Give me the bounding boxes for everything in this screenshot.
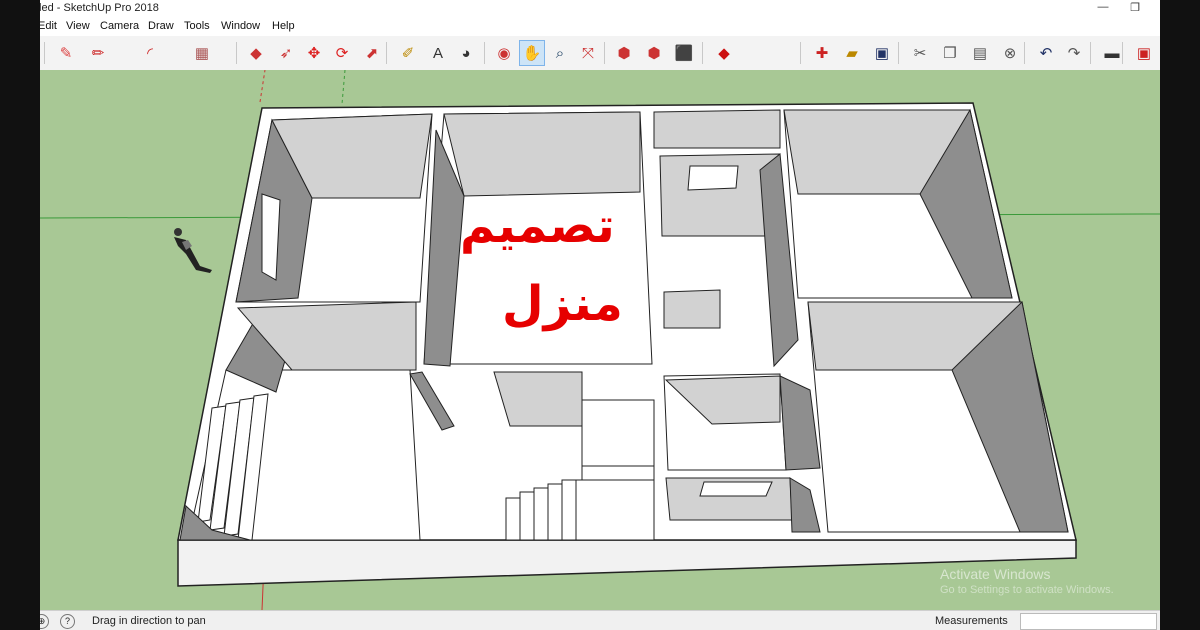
menu-help[interactable]: Help <box>272 20 295 32</box>
instructor-icon[interactable]: ? <box>60 614 75 629</box>
toolbar-separator <box>44 42 45 64</box>
main-toolbar: ✎ ✏ ◜ ▦ ◆ ➶ ✥ ⟳ ⬈ ✐ A ◕ ◉ ✋ ⌕ ⤧ ⬢ ⬢ ⬛ ◆ ✚ ▰ ▣ ✂ ❐ ▤ ⊗ ↶ ↷ ▬ ▣ <box>40 36 1160 71</box>
toolbar-separator <box>236 42 237 64</box>
paint-bucket-icon[interactable]: ◕ <box>454 41 478 65</box>
window-title: tled - SketchUp Pro 2018 <box>40 2 159 14</box>
toolbar-separator <box>1024 42 1025 64</box>
left-letterbox <box>0 0 40 630</box>
toolbar-separator <box>604 42 605 64</box>
menu-edit[interactable]: Edit <box>40 20 57 32</box>
follow-me-icon[interactable]: ➶ <box>274 41 298 65</box>
move-icon[interactable]: ✥ <box>302 41 326 65</box>
overlay-title-line2: منزل <box>502 276 623 332</box>
rotate-icon[interactable]: ⟳ <box>330 41 354 65</box>
scale-icon[interactable]: ⬈ <box>360 41 384 65</box>
menu-view[interactable]: View <box>66 20 90 32</box>
text-icon[interactable]: A <box>426 41 450 65</box>
redo-icon[interactable]: ↷ <box>1062 41 1086 65</box>
sketchup-window: tled - SketchUp Pro 2018 — ❐ Edit View C… <box>40 0 1160 630</box>
minimize-button[interactable]: — <box>1088 1 1118 17</box>
undo-icon[interactable]: ↶ <box>1034 41 1058 65</box>
warehouse-icon[interactable]: ⬢ <box>612 41 636 65</box>
restore-button[interactable]: ❐ <box>1120 1 1150 17</box>
copy-icon[interactable]: ❐ <box>938 41 962 65</box>
toolbar-separator <box>800 42 801 64</box>
wall-back-3 <box>443 111 641 197</box>
tape-measure-icon[interactable]: ✐ <box>396 41 420 65</box>
rectangle-icon[interactable]: ▦ <box>190 41 214 65</box>
toolbar-separator <box>898 42 899 64</box>
cut-icon[interactable]: ✂ <box>908 41 932 65</box>
save-icon[interactable]: ▣ <box>870 41 894 65</box>
arc-icon[interactable]: ◜ <box>138 41 162 65</box>
scale-figure <box>174 228 212 273</box>
paste-icon[interactable]: ▤ <box>968 41 992 65</box>
model-info-icon[interactable]: ▣ <box>1132 41 1156 65</box>
green-axis-dashed <box>341 70 346 105</box>
eraser-icon[interactable]: ✎ <box>54 41 78 65</box>
open-icon[interactable]: ▰ <box>840 41 864 65</box>
print-icon[interactable]: ▬ <box>1100 41 1124 65</box>
wall-front-mid <box>493 371 583 427</box>
menu-camera[interactable]: Camera <box>100 20 139 32</box>
measurements-input[interactable] <box>1020 613 1157 630</box>
right-letterbox <box>1160 0 1200 630</box>
activation-watermark: Activate Windows <box>940 566 1051 582</box>
activation-watermark-sub: Go to Settings to activate Windows. <box>940 584 1114 596</box>
measurements-label: Measurements <box>935 615 1008 627</box>
pencil-icon[interactable]: ✏ <box>86 41 110 65</box>
modeling-viewport[interactable]: تصميم منزل Activate Windows Go to Settin… <box>40 70 1160 610</box>
menu-tools[interactable]: Tools <box>184 20 210 32</box>
toolbar-separator <box>1090 42 1091 64</box>
zoom-extents-icon[interactable]: ⤧ <box>576 41 600 65</box>
menu-draw[interactable]: Draw <box>148 20 174 32</box>
toolbar-separator <box>386 42 387 64</box>
pan-icon[interactable]: ✋ <box>519 40 545 66</box>
overlay-title-line1: تصميم <box>460 198 615 254</box>
new-icon[interactable]: ✚ <box>810 41 834 65</box>
extension-warehouse-icon[interactable]: ⬢ <box>642 41 666 65</box>
menu-bar: Edit View Camera Draw Tools Window Help <box>40 18 1160 36</box>
toolbar-separator <box>484 42 485 64</box>
status-hint: Drag in direction to pan <box>92 615 206 627</box>
partition-small <box>663 289 721 329</box>
zoom-icon[interactable]: ⌕ <box>548 41 572 65</box>
red-axis-dashed <box>259 70 266 103</box>
push-pull-icon[interactable]: ◆ <box>244 41 268 65</box>
menu-window[interactable]: Window <box>221 20 260 32</box>
title-bar: tled - SketchUp Pro 2018 — ❐ <box>40 0 1160 18</box>
status-bar: ⊕ ? Drag in direction to pan Measurement… <box>40 610 1160 630</box>
house-model <box>40 70 1160 610</box>
wall-back-4 <box>653 109 781 149</box>
delete-icon[interactable]: ⊗ <box>998 41 1022 65</box>
share-model-icon[interactable]: ⬛ <box>672 41 696 65</box>
geo-location-icon[interactable]: ⊕ <box>40 614 49 629</box>
toolbar-separator <box>702 42 703 64</box>
window-1 <box>687 165 739 191</box>
ruby-icon[interactable]: ◆ <box>712 41 736 65</box>
window-2 <box>699 481 773 497</box>
orbit-icon[interactable]: ◉ <box>492 41 516 65</box>
